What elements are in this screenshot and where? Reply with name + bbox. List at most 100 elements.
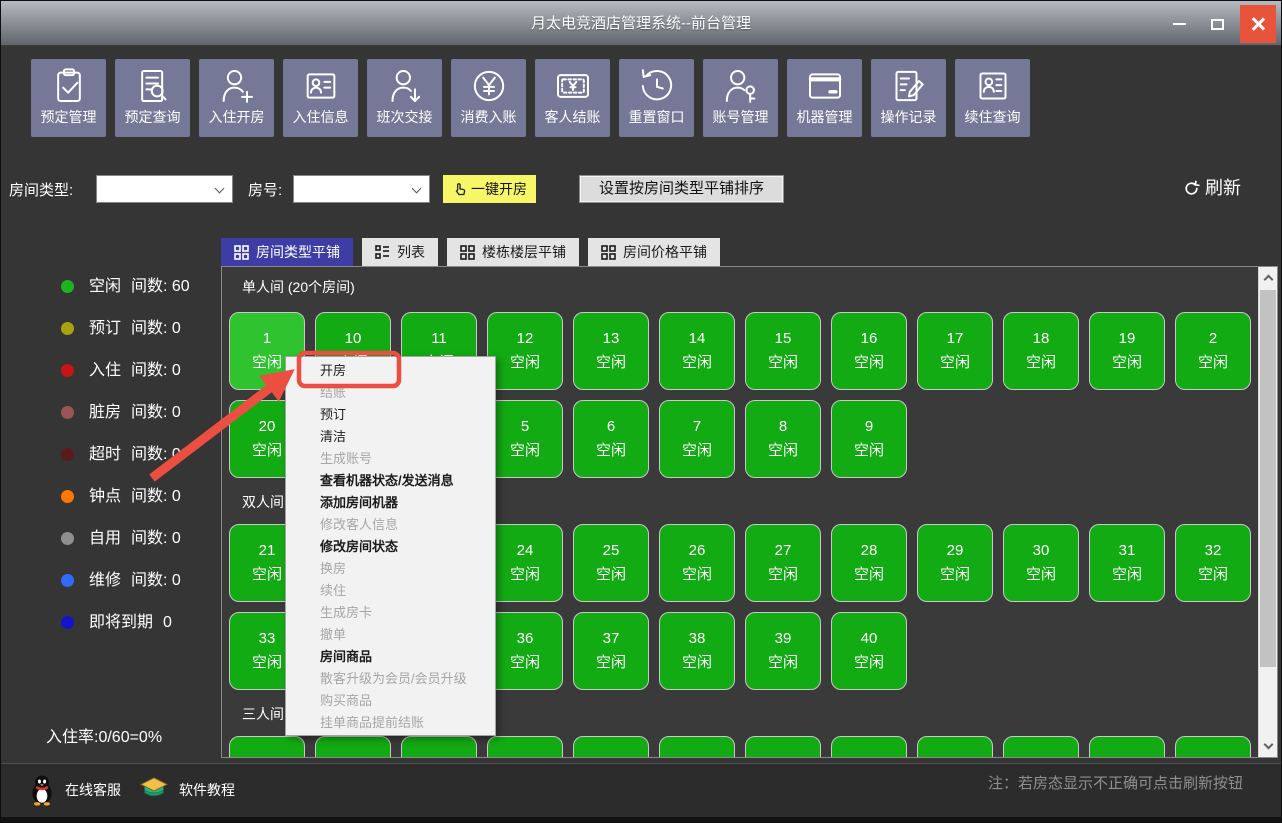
toolbar-button[interactable]: 操作记录	[871, 59, 946, 137]
context-menu-item[interactable]: 预订	[286, 404, 495, 426]
tab-room-type-grid[interactable]: 房间类型平铺	[221, 238, 353, 266]
toolbar-button[interactable]: 客人结账	[535, 59, 610, 137]
room-card[interactable]: 25空闲	[573, 524, 649, 602]
toolbar-button[interactable]: 入住开房	[199, 59, 274, 137]
context-menu-item[interactable]: 清洁	[286, 426, 495, 448]
room-card[interactable]: 18空闲	[1003, 312, 1079, 390]
room-number: 29	[947, 542, 964, 560]
refresh-icon	[1183, 180, 1200, 197]
room-card[interactable]: 6空闲	[573, 400, 649, 478]
toolbar-button-label: 消费入账	[461, 109, 517, 126]
scrollbar-thumb[interactable]	[1260, 290, 1276, 667]
room-number: 24	[517, 542, 534, 560]
room-card[interactable]	[401, 736, 477, 757]
room-card[interactable]: 15空闲	[745, 312, 821, 390]
room-card[interactable]: 13空闲	[573, 312, 649, 390]
room-number: 31	[1119, 542, 1136, 560]
room-card[interactable]: 12空闲	[487, 312, 563, 390]
software-tutorial-link[interactable]: 软件教程	[139, 776, 235, 804]
tab-building-floor-grid[interactable]: 楼栋楼层平铺	[447, 238, 579, 266]
tab-list[interactable]: 列表	[362, 238, 438, 266]
room-card[interactable]: 26空闲	[659, 524, 735, 602]
room-number: 20	[259, 418, 276, 436]
room-card[interactable]: 8空闲	[745, 400, 821, 478]
one-key-open-room-button[interactable]: 一键开房	[443, 175, 536, 203]
legend-row: 钟点间数: 0	[61, 485, 190, 508]
room-type-select[interactable]	[96, 175, 233, 203]
room-card[interactable]	[315, 736, 391, 757]
app-window: 月太电竞酒店管理系统--前台管理 预定管理预定查询入住开房入住信息班次交接消费入…	[0, 0, 1282, 823]
room-card[interactable]: 30空闲	[1003, 524, 1079, 602]
room-status: 空闲	[510, 354, 540, 372]
room-card[interactable]: 19空闲	[1089, 312, 1165, 390]
toolbar-button[interactable]: 预定管理	[31, 59, 106, 137]
toolbar-button[interactable]: 预定查询	[115, 59, 190, 137]
room-card[interactable]: 28空闲	[831, 524, 907, 602]
maximize-button[interactable]	[1199, 5, 1235, 43]
status-dot-icon	[61, 616, 74, 629]
room-status: 空闲	[252, 354, 282, 372]
status-dot-icon	[61, 322, 74, 335]
legend-status-name: 自用	[89, 529, 121, 548]
context-menu-item[interactable]: 查看机器状态/发送消息	[286, 470, 495, 492]
refresh-button[interactable]: 刷新	[1183, 178, 1241, 200]
room-card[interactable]: 39空闲	[745, 612, 821, 690]
room-card[interactable]: 31空闲	[1089, 524, 1165, 602]
room-card[interactable]	[659, 736, 735, 757]
scroll-up-button[interactable]	[1259, 267, 1277, 288]
toolbar-button[interactable]: 入住信息	[283, 59, 358, 137]
room-card[interactable]	[917, 736, 993, 757]
room-card[interactable]: 40空闲	[831, 612, 907, 690]
room-card[interactable]: 9空闲	[831, 400, 907, 478]
room-number: 7	[693, 418, 701, 436]
room-card[interactable]: 38空闲	[659, 612, 735, 690]
room-card[interactable]: 37空闲	[573, 612, 649, 690]
toolbar-button[interactable]: 消费入账	[451, 59, 526, 137]
status-dot-icon	[61, 448, 74, 461]
toolbar-button[interactable]: 班次交接	[367, 59, 442, 137]
room-card[interactable]: 5空闲	[487, 400, 563, 478]
scroll-down-button[interactable]	[1259, 736, 1277, 757]
toolbar: 预定管理预定查询入住开房入住信息班次交接消费入账 客人结账重置窗口账号管理机器管理…	[31, 59, 1030, 137]
minimize-button[interactable]	[1161, 5, 1197, 43]
room-card[interactable]: 36空闲	[487, 612, 563, 690]
room-no-select[interactable]	[293, 175, 430, 203]
toolbar-button[interactable]: 重置窗口	[619, 59, 694, 137]
context-menu-item[interactable]: 开房	[286, 360, 495, 382]
room-card[interactable]: 24空闲	[487, 524, 563, 602]
toolbar-button[interactable]: 续住查询	[955, 59, 1030, 137]
room-card[interactable]: 2空闲	[1175, 312, 1251, 390]
vertical-scrollbar[interactable]	[1258, 267, 1277, 757]
room-card[interactable]	[1175, 736, 1251, 757]
room-card[interactable]: 27空闲	[745, 524, 821, 602]
room-card[interactable]	[487, 736, 563, 757]
room-card[interactable]	[573, 736, 649, 757]
online-service-link[interactable]: 在线客服	[29, 774, 121, 806]
room-card[interactable]: 7空闲	[659, 400, 735, 478]
sort-by-room-type-button[interactable]: 设置按房间类型平铺排序	[579, 175, 784, 203]
room-card[interactable]: 29空闲	[917, 524, 993, 602]
section-title: 单人间 (20个房间)	[242, 279, 1257, 299]
room-card[interactable]: 14空闲	[659, 312, 735, 390]
toolbar-button[interactable]: 账号管理	[703, 59, 778, 137]
person-card-icon	[301, 66, 341, 106]
room-card[interactable]: 17空闲	[917, 312, 993, 390]
room-card[interactable]	[1003, 736, 1079, 757]
room-card[interactable]	[1089, 736, 1165, 757]
grid-icon	[234, 245, 249, 260]
context-menu-item[interactable]: 添加房间机器	[286, 492, 495, 514]
room-card[interactable]: 32空闲	[1175, 524, 1251, 602]
room-card[interactable]: 16空闲	[831, 312, 907, 390]
context-menu-item[interactable]: 房间商品	[286, 646, 495, 668]
toolbar-button[interactable]: 机器管理	[787, 59, 862, 137]
room-card[interactable]	[831, 736, 907, 757]
tab-room-price-grid[interactable]: 房间价格平铺	[588, 238, 720, 266]
context-menu-item: 挂单商品提前结账	[286, 712, 495, 734]
room-card[interactable]	[745, 736, 821, 757]
footer-bar: 在线客服 软件教程 注：若房态显示不正确可点击刷新按钮	[1, 763, 1281, 819]
room-card[interactable]	[229, 736, 305, 757]
room-status: 空闲	[596, 354, 626, 372]
context-menu-item[interactable]: 修改房间状态	[286, 536, 495, 558]
room-status: 空闲	[596, 566, 626, 584]
close-button[interactable]	[1240, 5, 1276, 43]
